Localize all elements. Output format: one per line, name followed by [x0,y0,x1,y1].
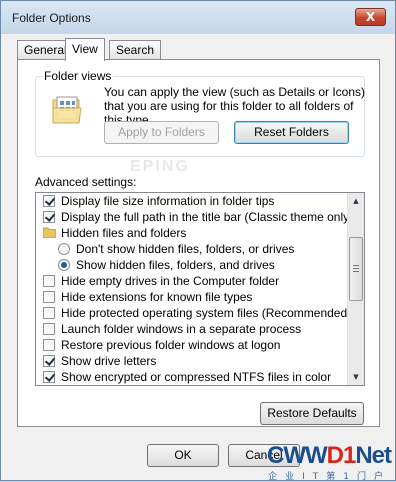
list-item[interactable]: Don't show hidden files, folders, or dri… [36,241,349,257]
scroll-down-icon[interactable]: ▼ [348,369,364,385]
folder-icon [43,227,56,238]
folder-view-icon [52,96,82,124]
close-icon: X [365,10,376,24]
list-item-label: Launch folder windows in a separate proc… [61,322,302,336]
list-item-label: Display file size information in folder … [61,194,275,208]
list-item-label: Hide extensions for known file types [61,290,253,304]
list-item[interactable]: Display the full path in the title bar (… [36,209,353,225]
watermark-logo: CWWD1Net 企业IT第1门户 [225,442,395,482]
radio-button[interactable] [58,259,70,271]
list-item[interactable]: Show encrypted or compressed NTFS files … [36,369,349,385]
advanced-settings-label: Advanced settings: [35,175,137,189]
watermark-slogan: 企业IT第1门户 [268,472,391,482]
reset-folders-button[interactable]: Reset Folders [234,121,349,144]
list-item-label: Display the full path in the title bar (… [61,210,354,224]
list-item-label: Show hidden files, folders, and drives [76,258,275,272]
list-item[interactable]: Hide protected operating system files (R… [36,305,352,321]
folder-options-window: Folder Options X General View Search EPI… [0,0,396,482]
folder-views-label: Folder views [42,69,114,83]
list-item-label: Hide empty drives in the Computer folder [61,274,280,288]
scroll-grip-icon [353,265,359,272]
restore-defaults-button[interactable]: Restore Defaults [260,402,364,425]
list-item[interactable]: Hidden files and folders [36,225,349,241]
checkbox[interactable] [43,323,55,335]
title-bar[interactable]: Folder Options X [1,1,395,34]
list-item-label: Show encrypted or compressed NTFS files … [61,370,332,384]
list-item[interactable]: Hide extensions for known file types [36,289,349,305]
list-item[interactable]: Restore previous folder windows at logon [36,337,349,353]
checkbox[interactable] [43,307,55,319]
window-title: Folder Options [12,11,91,25]
list-item-label: Show drive letters [61,354,157,368]
advanced-settings-list[interactable]: Display file size information in folder … [35,192,365,386]
list-item-label: Restore previous folder windows at logon [61,338,281,352]
advanced-settings-items: Display file size information in folder … [36,193,353,385]
tab-view[interactable]: View [65,38,105,61]
scroll-thumb[interactable] [349,237,363,301]
list-item-label: Hide protected operating system files (R… [61,306,352,320]
tab-search[interactable]: Search [109,40,162,60]
list-item-label: Hidden files and folders [61,226,187,240]
list-item[interactable]: Launch folder windows in a separate proc… [36,321,349,337]
checkbox[interactable] [43,291,55,303]
watermark-faint: EPING [130,158,190,175]
list-item[interactable]: Show hidden files, folders, and drives [36,257,349,273]
checkbox[interactable] [43,371,55,383]
view-tab-panel: EPING Folder views You can apply the vie… [17,59,380,427]
checkbox[interactable] [43,211,55,223]
checkbox[interactable] [43,355,55,367]
folder-views-group: Folder views You can apply the view (suc… [35,69,365,157]
list-item[interactable]: Display file size information in folder … [36,193,349,209]
scroll-up-icon[interactable]: ▲ [348,193,364,209]
checkbox[interactable] [43,275,55,287]
list-scrollbar[interactable]: ▲ ▼ [347,193,364,385]
watermark-brand: CWWD1Net [267,442,392,469]
list-item[interactable]: Show drive letters [36,353,349,369]
list-item-label: Don't show hidden files, folders, or dri… [76,242,295,256]
close-button[interactable]: X [355,8,386,26]
ok-button[interactable]: OK [147,444,219,467]
checkbox[interactable] [43,195,55,207]
radio-button[interactable] [58,243,70,255]
list-item[interactable]: Hide empty drives in the Computer folder [36,273,349,289]
checkbox[interactable] [43,339,55,351]
apply-to-folders-button[interactable]: Apply to Folders [104,121,219,144]
